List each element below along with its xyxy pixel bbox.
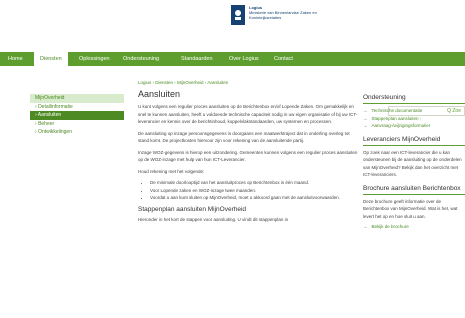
- list-item: De minimale doorlooptijd van het aanslui…: [150, 179, 360, 187]
- nav-oplossingen[interactable]: Oplossingen: [79, 52, 110, 66]
- sidebar-item-ontwikkelingen[interactable]: › Ontwikkelingen: [30, 128, 124, 137]
- list-item: Voordat u aan kunt sluiten op MijnOverhe…: [150, 194, 360, 202]
- site-header: Logius Ministerie van Binnenlandse Zaken…: [0, 0, 465, 48]
- nav-over-logius[interactable]: Over Logius: [229, 52, 259, 66]
- right-column: Ondersteuning → Technische documentatie →…: [363, 94, 465, 231]
- link-bekijk-brochure[interactable]: → Bekijk de brochure: [363, 223, 465, 231]
- sidebar-item-label: Beheer: [38, 120, 55, 127]
- nav-ondersteuning[interactable]: Ondersteuning: [123, 52, 159, 66]
- sidebar-item-mijnoverheid[interactable]: MijnOverheid: [30, 94, 124, 103]
- list-item: Voor Lopende zaken en WOZ-inzage twee ma…: [150, 187, 360, 195]
- arrow-right-icon: →: [363, 224, 368, 229]
- nav-standaarden[interactable]: Standaarden: [181, 52, 213, 66]
- org-line-3: Koninkrijksrelaties: [249, 15, 282, 20]
- nav-home[interactable]: Home: [8, 52, 23, 66]
- sidebar-item-beheer[interactable]: › Beheer: [30, 120, 124, 129]
- org-name: Logius Ministerie van Binnenlandse Zaken…: [249, 5, 317, 20]
- stappenplan-paragraph: Hieronder in het kort de stappen voor aa…: [138, 216, 289, 222]
- sidebar-item-label: Detailinformatie: [38, 103, 73, 110]
- main-content: Logius › Diensten › MijnOverheid › Aansl…: [138, 78, 360, 227]
- link-stappenplan[interactable]: → Stappenplan aansluiten -: [363, 115, 465, 123]
- page-title: Aansluiten: [138, 89, 181, 99]
- intro-paragraph: U kunt volgens een regulier proces aansl…: [138, 104, 358, 124]
- sidebar-item-detailinformatie[interactable]: › Detailinformatie: [30, 103, 124, 112]
- link-label: Technische documentatie: [371, 108, 423, 113]
- link-label: Stappenplan aansluiten -: [371, 115, 422, 121]
- leveranciers-text: Op zoek naar een ICT-leverancier die u k…: [363, 149, 462, 178]
- ondersteuning-title: Ondersteuning: [363, 94, 465, 104]
- nav-diensten[interactable]: Diensten: [34, 52, 68, 66]
- sidebar-item-label: Ontwikkelingen: [38, 129, 72, 135]
- arrow-right-icon: →: [363, 108, 368, 113]
- section-heading: Stappenplan aansluiten MijnOverheid: [138, 205, 247, 213]
- sidebar: MijnOverheid › Detailinformatie › Aanslu…: [30, 94, 124, 137]
- coat-of-arms-icon: [231, 5, 245, 25]
- brochure-title: Brochure aansluiten Berichtenbox: [363, 185, 465, 195]
- leveranciers-title: Leveranciers MijnOverheid: [363, 136, 465, 146]
- rijksoverheid-logo[interactable]: [231, 5, 245, 25]
- link-technische-documentatie[interactable]: → Technische documentatie: [363, 107, 465, 115]
- arrow-right-icon: →: [363, 115, 368, 121]
- link-label: Bekijk de brochure: [371, 224, 409, 229]
- paragraph-inzage: De aansluiting op inzage persoonsgegeven…: [138, 130, 350, 144]
- sidebar-item-label: Aansluiten: [37, 112, 62, 118]
- brochure-text: Deze brochure geeft informatie over de B…: [363, 198, 458, 219]
- link-aanvraagformulier[interactable]: → Aanvraag-/wijzigingsformulier: [363, 122, 465, 130]
- link-label: Aanvraag-/wijzigingsformulier: [371, 123, 431, 128]
- bullet-list: De minimale doorlooptijd van het aanslui…: [138, 179, 360, 202]
- paragraph-rekening: Houd rekening met het volgende:: [138, 168, 205, 174]
- nav-contact[interactable]: Contact: [274, 52, 293, 66]
- sidebar-item-aansluiten[interactable]: › Aansluiten: [30, 111, 124, 120]
- paragraph-woz: Inzage WOZ-gegevens is hierop een uitzon…: [138, 149, 358, 163]
- breadcrumb[interactable]: Logius › Diensten › MijnOverheid › Aansl…: [138, 78, 360, 87]
- main-navigation: Home Diensten Oplossingen Ondersteuning …: [0, 52, 465, 116]
- arrow-right-icon: →: [363, 123, 368, 128]
